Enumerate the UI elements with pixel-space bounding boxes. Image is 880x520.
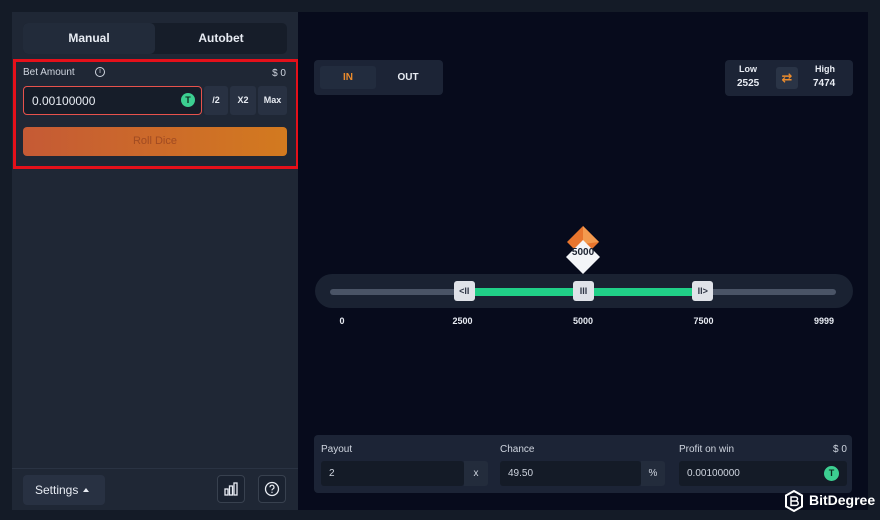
- bet-amount-field: T: [23, 86, 202, 115]
- payout-input[interactable]: 2: [321, 461, 464, 486]
- out-button[interactable]: OUT: [380, 66, 436, 89]
- tick-label: 0: [339, 316, 345, 326]
- result-marker: 5000: [563, 224, 603, 282]
- settings-button[interactable]: Settings: [23, 475, 105, 505]
- profit-usd-value: $ 0: [833, 444, 847, 455]
- max-button[interactable]: Max: [258, 86, 287, 115]
- tether-icon: T: [181, 93, 195, 107]
- bet-amount-input[interactable]: [32, 87, 172, 114]
- left-panel: Manual Autobet Bet Amount i $ 0 T /2 X2 …: [12, 12, 299, 510]
- bet-mode-tabs: Manual Autobet: [23, 23, 287, 54]
- bet-stats-panel: Payout 2 x Chance 49.50 % Profit on win …: [314, 435, 852, 493]
- bet-usd-value: $ 0: [272, 68, 286, 79]
- settings-label: Settings: [35, 483, 79, 497]
- bar-chart-icon: [224, 482, 238, 496]
- slider-handle-mid[interactable]: III: [573, 281, 595, 301]
- profit-input: 0.00100000: [679, 461, 847, 486]
- help-button[interactable]: [258, 475, 286, 503]
- tick-label: 9999: [813, 316, 835, 326]
- tick-label: 2500: [452, 316, 473, 326]
- low-label: Low: [739, 64, 757, 74]
- half-button[interactable]: /2: [204, 86, 228, 115]
- high-label: High: [815, 64, 835, 74]
- chance-input[interactable]: 49.50: [500, 461, 641, 486]
- info-icon[interactable]: i: [95, 67, 105, 77]
- result-value: 5000: [571, 247, 595, 258]
- payout-suffix: x: [464, 461, 488, 486]
- low-value: 2525: [737, 78, 760, 89]
- slider-handle-low[interactable]: <II: [453, 281, 475, 301]
- tick-label: 5000: [573, 316, 594, 326]
- range-display: Low 2525 ⇄ High 7474: [725, 60, 853, 96]
- game-panel: IN OUT Low 2525 ⇄ High 7474 5000 <II III…: [298, 12, 868, 510]
- tab-autobet[interactable]: Autobet: [155, 23, 287, 54]
- tether-icon: T: [824, 466, 839, 481]
- help-icon: [264, 481, 280, 497]
- in-out-toggle: IN OUT: [314, 60, 443, 95]
- bitdegree-logo-icon: [785, 490, 803, 512]
- footer-divider: [12, 468, 298, 469]
- tab-manual[interactable]: Manual: [23, 23, 155, 54]
- profit-label: Profit on win: [679, 444, 735, 455]
- bet-amount-label: Bet Amount: [23, 67, 75, 78]
- high-value: 7474: [813, 78, 836, 89]
- payout-label: Payout: [321, 444, 353, 455]
- in-button[interactable]: IN: [320, 66, 376, 89]
- chance-suffix: %: [641, 461, 665, 486]
- chance-label: Chance: [500, 444, 535, 455]
- tick-label: 7500: [693, 316, 714, 326]
- swap-icon[interactable]: ⇄: [776, 67, 798, 89]
- roll-dice-button[interactable]: Roll Dice: [23, 127, 287, 156]
- stats-button[interactable]: [217, 475, 245, 503]
- double-button[interactable]: X2: [230, 86, 256, 115]
- caret-up-icon: [83, 488, 90, 492]
- brand-name: BitDegree: [809, 492, 876, 508]
- slider-handle-high[interactable]: II>: [692, 281, 714, 301]
